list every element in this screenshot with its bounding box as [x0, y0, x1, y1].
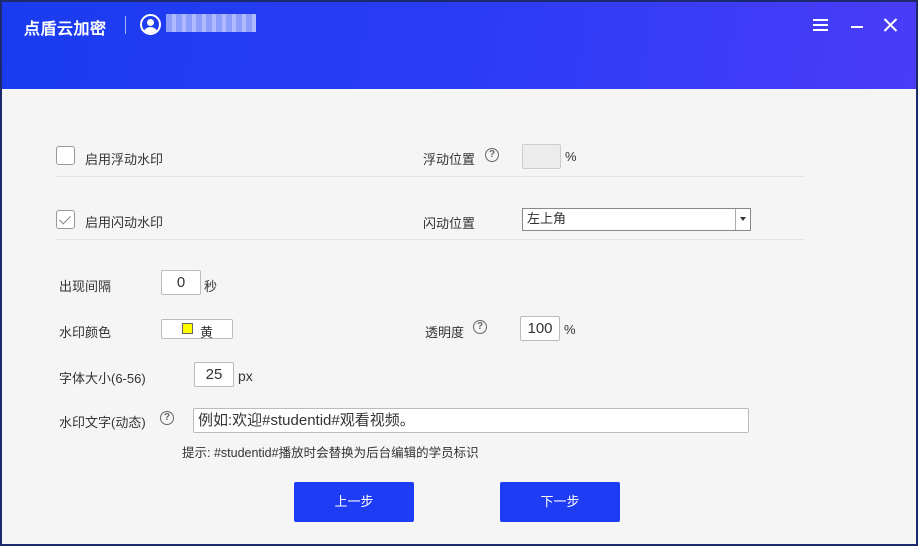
close-icon[interactable] — [880, 14, 902, 36]
watermark-text-input[interactable]: 例如:欢迎#studentid#观看视频。 — [193, 408, 749, 433]
floating-position-help-icon[interactable]: ? — [485, 148, 499, 162]
color-picker[interactable]: 黄 — [161, 319, 233, 340]
watermark-text-hint: 提示: #studentid#播放时会替换为后台编辑的学员标识 — [182, 446, 479, 460]
color-value: 黄 — [200, 325, 214, 340]
app-title: 点盾云加密 — [24, 21, 107, 38]
watermark-settings-panel: 启用浮动水印 浮动位置 ? % 启用闪动水印 闪动位置 左上角 出现间隔 0 秒… — [2, 89, 916, 544]
floating-position-input — [522, 144, 561, 169]
row-divider — [56, 176, 804, 177]
opacity-help-icon[interactable]: ? — [473, 320, 487, 334]
menu-icon[interactable] — [810, 14, 832, 36]
opacity-input[interactable]: 100 — [520, 316, 560, 341]
minimize-icon[interactable] — [846, 14, 868, 36]
flash-position-select[interactable]: 左上角 — [522, 208, 751, 231]
floating-position-label: 浮动位置 — [423, 152, 476, 167]
font-size-label: 字体大小(6-56) — [59, 371, 146, 386]
floating-watermark-label: 启用浮动水印 — [85, 152, 164, 167]
flash-watermark-checkbox[interactable] — [56, 210, 75, 229]
floating-watermark-checkbox[interactable] — [56, 146, 75, 165]
title-bar[interactable]: 点盾云加密 — [2, 2, 916, 89]
app-window: 点盾云加密 启用浮动水印 浮动位置 ? % 启用闪动水印 闪动位置 左上角 出现… — [0, 0, 918, 546]
flash-position-value: 左上角 — [527, 211, 567, 226]
prev-step-button[interactable]: 上一步 — [294, 482, 414, 522]
title-divider — [125, 16, 126, 34]
color-swatch — [182, 323, 193, 334]
color-label: 水印颜色 — [59, 325, 112, 340]
chevron-down-icon[interactable] — [735, 209, 750, 230]
watermark-text-label: 水印文字(动态) — [59, 415, 146, 430]
next-step-button[interactable]: 下一步 — [500, 482, 620, 522]
interval-input[interactable]: 0 — [161, 270, 201, 295]
flash-position-label: 闪动位置 — [423, 216, 476, 231]
flash-watermark-label: 启用闪动水印 — [85, 215, 164, 230]
font-size-input[interactable]: 25 — [194, 362, 234, 387]
interval-label: 出现间隔 — [59, 279, 112, 294]
floating-position-unit: % — [565, 149, 577, 164]
font-size-unit: px — [238, 368, 253, 384]
watermark-text-help-icon[interactable]: ? — [160, 411, 174, 425]
opacity-label: 透明度 — [425, 325, 465, 340]
opacity-unit: % — [564, 322, 576, 337]
username-redacted — [166, 14, 256, 32]
interval-unit: 秒 — [204, 279, 218, 294]
row-divider — [56, 239, 804, 240]
user-avatar-icon[interactable] — [140, 14, 161, 35]
